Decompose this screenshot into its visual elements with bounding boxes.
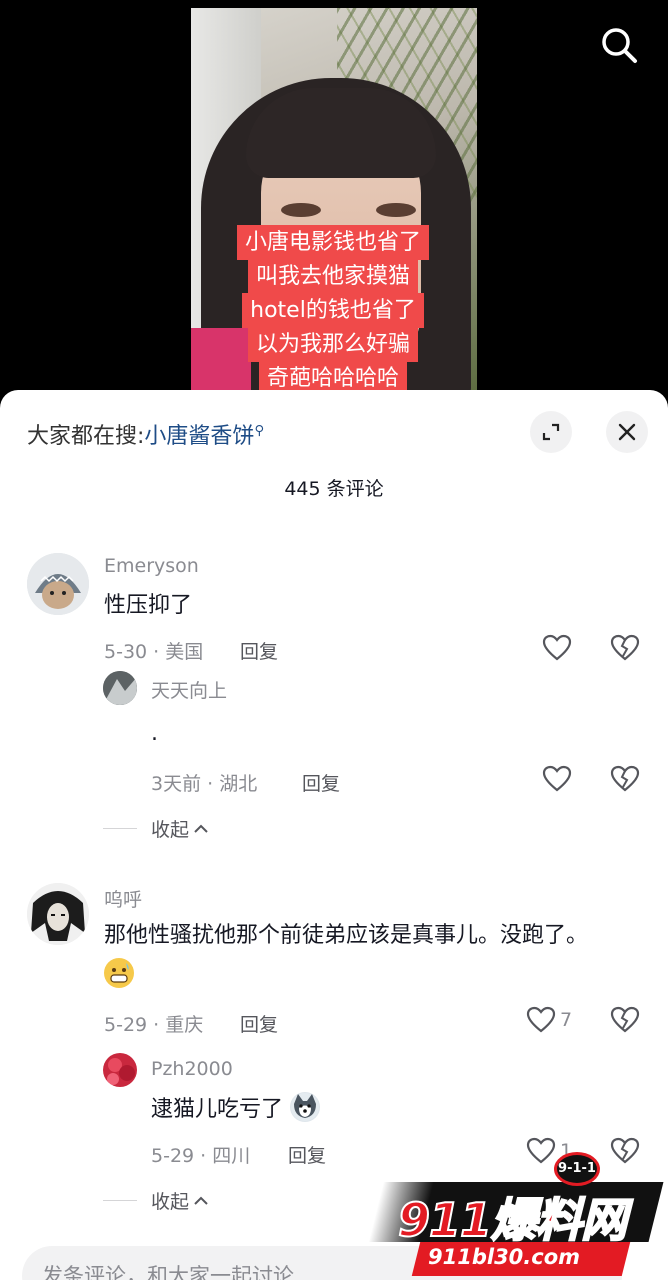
heart-icon [542,765,572,792]
reply-meta: 3天前 · 湖北 [151,773,258,795]
grimace-emoji-icon [104,958,134,988]
reply-text: . [151,721,158,746]
collapse-button[interactable]: 收起 [151,815,189,842]
comment-text: 性压抑了 [104,593,193,618]
husky-emoji-icon [290,1092,321,1122]
collapse-button[interactable]: 收起 [151,1187,189,1214]
comment-count: 445 条评论 [284,478,384,500]
like-button[interactable]: 7 [526,1006,572,1034]
watermark-title: 911爆料网 [397,1192,628,1248]
comment-meta: 5-29 · 重庆 [104,1014,204,1036]
divider [103,1200,137,1201]
video-area[interactable]: 小唐电影钱也省了 叫我去他家摸猫 hotel的钱也省了 以为我那么好骗 奇葩哈哈… [0,0,668,400]
hot-search-prefix: 大家都在搜: [27,424,145,449]
caption-line: 叫我去他家摸猫 [247,259,418,294]
watermark-logo: 9-1-1 911爆料网 911bl30.com [368,1148,664,1278]
comment-text-content: 那他性骚扰他那个前徒弟应该是真事儿。没跑了。 [104,923,589,948]
caption-line: hotel的钱也省了 [242,293,424,328]
close-button[interactable] [606,411,648,453]
like-count: 7 [560,1009,573,1031]
video-person-eye [376,203,416,217]
dislike-button[interactable] [610,1006,640,1038]
comment-meta: 5-30 · 美国 [104,641,204,663]
avatar[interactable] [27,883,89,945]
watermark-url: 911bl30.com [428,1245,581,1269]
reply-author[interactable]: 天天向上 [151,676,227,703]
reply-text-content: 逮猫儿吃亏了 [151,1097,284,1122]
watermark-badge: 9-1-1 [554,1152,600,1186]
reply-avatar[interactable] [103,1053,137,1087]
reply-button[interactable]: 回复 [302,769,340,796]
broken-heart-icon [610,765,640,792]
comment-author[interactable]: 呜呼 [104,885,142,912]
reply-avatar[interactable] [103,671,137,705]
dislike-button[interactable] [610,765,640,797]
dislike-button[interactable] [610,634,640,666]
heart-icon [542,634,572,661]
like-button[interactable] [542,634,576,662]
expand-icon [542,423,560,441]
reply-button[interactable]: 回复 [240,637,278,664]
video-person-bangs [246,88,436,178]
comment-text: 那他性骚扰他那个前徒弟应该是真事儿。没跑了。 [104,916,624,996]
chevron-up-icon[interactable] [193,1195,209,1207]
hot-search[interactable]: 大家都在搜:小唐酱香饼⚲ [27,418,264,450]
video-caption: 小唐电影钱也省了 叫我去他家摸猫 hotel的钱也省了 以为我那么好骗 奇葩哈哈… [235,225,431,396]
reply-meta: 5-29 · 四川 [151,1145,251,1167]
search-small-icon: ⚲ [254,423,264,439]
search-icon[interactable] [600,26,638,64]
heart-icon [526,1006,556,1033]
broken-heart-icon [610,634,640,661]
hot-search-keyword[interactable]: 小唐酱香饼 [144,424,254,449]
collapse-replies: 收起 [103,815,209,842]
expand-button[interactable] [530,411,572,453]
reply-button[interactable]: 回复 [288,1141,326,1168]
caption-line: 以为我那么好骗 [247,327,418,362]
video-frame[interactable]: 小唐电影钱也省了 叫我去他家摸猫 hotel的钱也省了 以为我那么好骗 奇葩哈哈… [191,8,477,400]
sheet-header: 大家都在搜:小唐酱香饼⚲ [0,390,668,470]
avatar[interactable] [27,553,89,615]
divider [103,828,137,829]
like-button[interactable] [542,765,576,793]
reply-text: 逮猫儿吃亏了 [151,1090,321,1130]
caption-line: 小唐电影钱也省了 [236,225,429,260]
reply-button[interactable]: 回复 [240,1010,278,1037]
close-icon [618,423,636,441]
chevron-up-icon[interactable] [193,823,209,835]
collapse-replies: 收起 [103,1187,209,1214]
comment-author[interactable]: Emeryson [104,555,199,577]
broken-heart-icon [610,1006,640,1033]
reply-author[interactable]: Pzh2000 [151,1058,233,1080]
video-person-eye [281,203,321,217]
